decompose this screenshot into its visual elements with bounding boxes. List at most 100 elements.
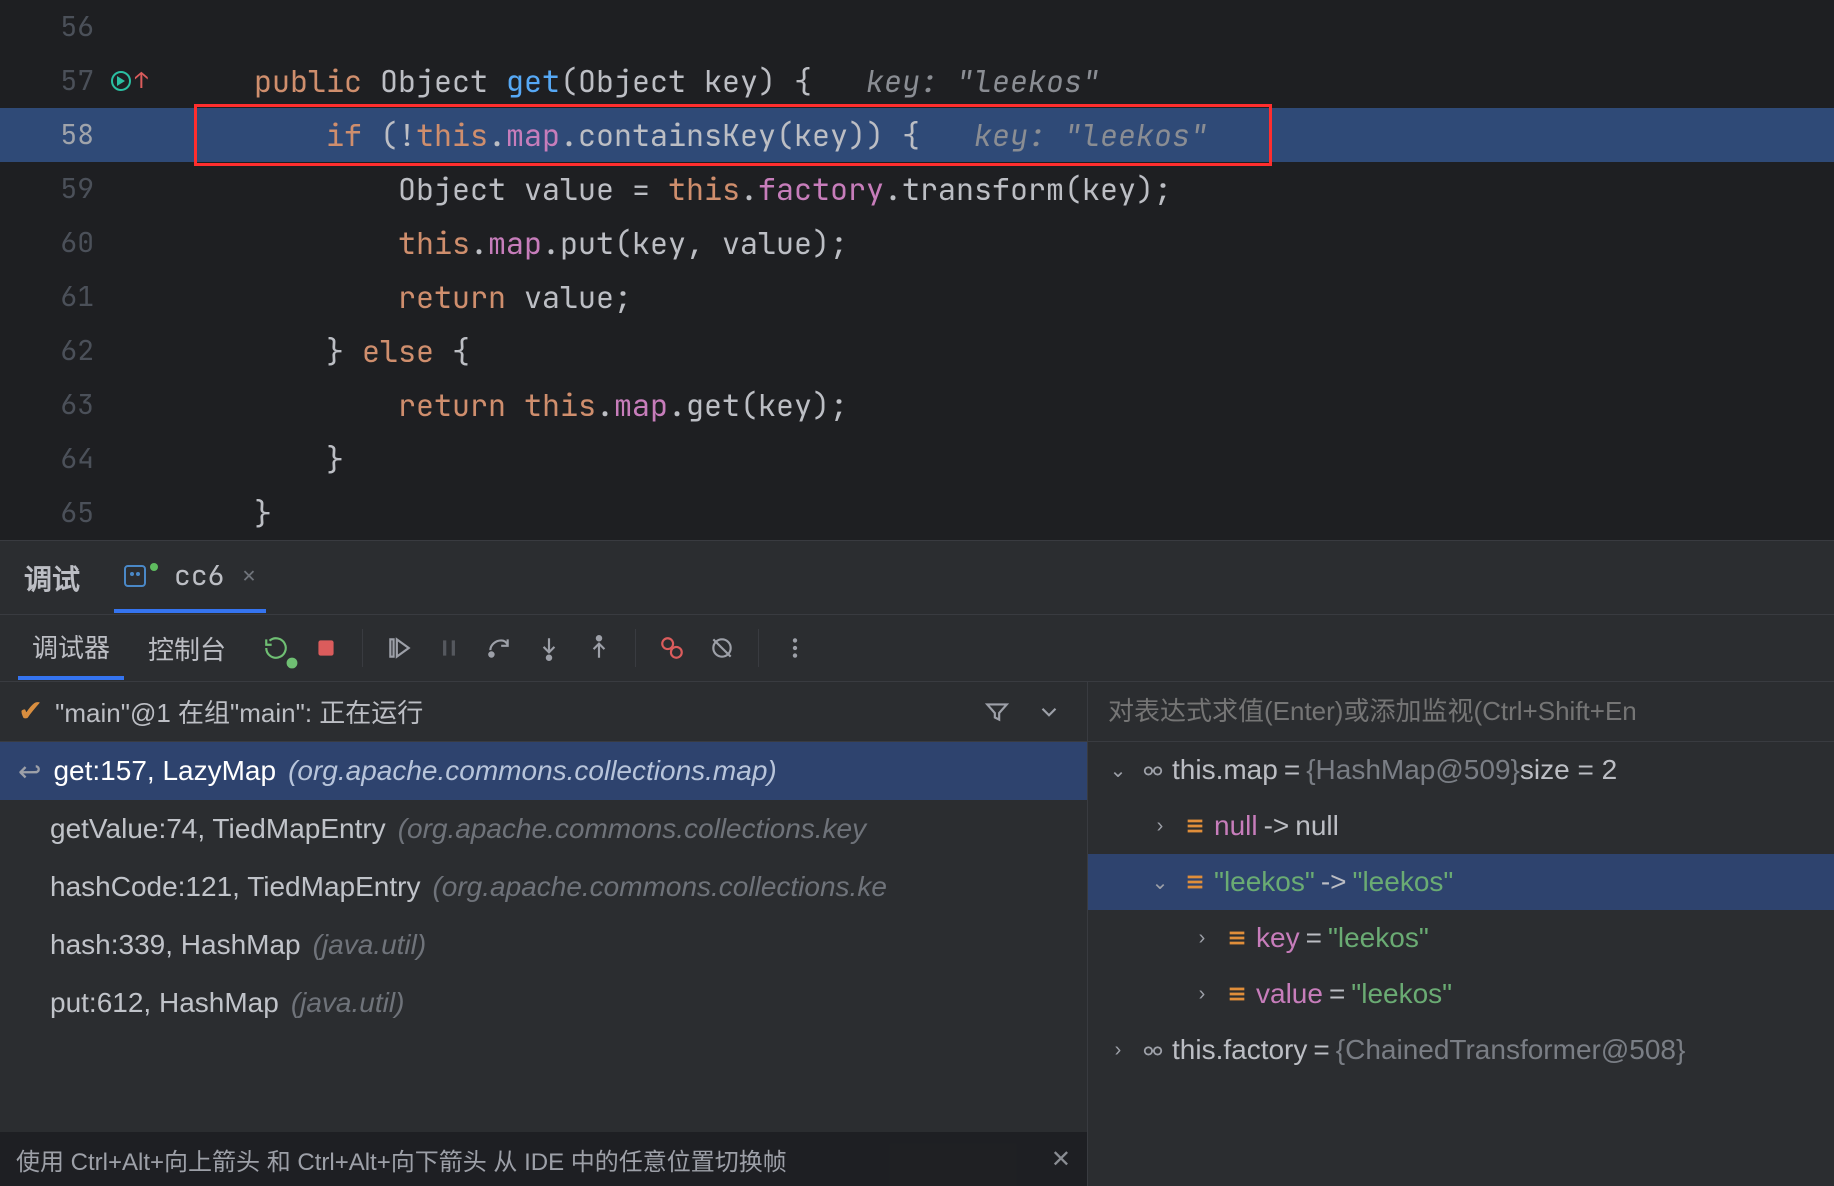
step-into-button[interactable]: [529, 628, 569, 668]
thread-label[interactable]: "main"@1 在组"main": 正在运行: [55, 693, 423, 730]
expand-icon[interactable]: ›: [1150, 815, 1170, 838]
frame-package: (java.util): [313, 929, 427, 961]
expand-icon[interactable]: ›: [1192, 983, 1212, 1006]
variables-header: [1088, 682, 1834, 742]
line-number: 63: [0, 378, 112, 432]
mute-breakpoints-button[interactable]: [702, 628, 742, 668]
code-line[interactable]: 61 return value;: [0, 270, 1834, 324]
code-content[interactable]: Object value = this.factory.transform(ke…: [112, 162, 1834, 216]
code-content[interactable]: }: [112, 486, 1834, 540]
application-icon: [124, 565, 146, 587]
line-number: 59: [0, 162, 112, 216]
frame-package: (org.apache.commons.collections.key: [398, 813, 866, 845]
var-name: this.factory: [1172, 1034, 1307, 1066]
expand-icon[interactable]: ›: [1108, 1039, 1128, 1062]
frame-signature: getValue:74, TiedMapEntry: [50, 813, 386, 845]
separator: [635, 629, 636, 667]
more-button[interactable]: [775, 628, 815, 668]
code-content[interactable]: public Object get(Object key) { key: "le…: [112, 54, 1834, 108]
code-line[interactable]: 56: [0, 0, 1834, 54]
var-value: null: [1295, 810, 1339, 842]
variable-node[interactable]: ›this.factory = {ChainedTransformer@508}: [1088, 1022, 1834, 1078]
frames-header: ✔ "main"@1 在组"main": 正在运行: [0, 682, 1087, 742]
step-out-button[interactable]: [579, 628, 619, 668]
line-number: 56: [0, 0, 112, 54]
code-line[interactable]: 60 this.map.put(key, value);: [0, 216, 1834, 270]
debug-tool-window-header: 调试 cc6 ✕: [0, 540, 1834, 614]
code-line[interactable]: 57↑ public Object get(Object key) { key:…: [0, 54, 1834, 108]
expand-icon[interactable]: ⌄: [1150, 870, 1170, 895]
code-content[interactable]: return value;: [112, 270, 1834, 324]
evaluate-expression-input[interactable]: [1106, 695, 1816, 728]
watch-icon: [1142, 1039, 1164, 1061]
var-value: "leekos": [1328, 922, 1429, 954]
run-config-name: cc6: [174, 557, 224, 594]
field-icon: [1184, 871, 1206, 893]
frame-package: (org.apache.commons.collections.ke: [432, 871, 886, 903]
code-line[interactable]: 64 }: [0, 432, 1834, 486]
code-content[interactable]: return this.map.get(key);: [112, 378, 1834, 432]
line-number: 62: [0, 324, 112, 378]
variable-node[interactable]: ⌄this.map = {HashMap@509} size = 2: [1088, 742, 1834, 798]
code-line[interactable]: 58 if (!this.map.containsKey(key)) { key…: [0, 108, 1834, 162]
code-content[interactable]: }: [112, 432, 1834, 486]
debug-title: 调试: [24, 558, 80, 598]
variables-panel: ⌄this.map = {HashMap@509} size = 2›null …: [1088, 682, 1834, 1186]
frame-package: (org.apache.commons.collections.map): [288, 755, 777, 787]
frame-signature: get:157, LazyMap: [53, 755, 276, 787]
var-extra: size = 2: [1520, 754, 1617, 786]
line-number: 57↑: [0, 54, 112, 108]
back-icon: ↩: [18, 755, 41, 788]
code-line[interactable]: 65 }: [0, 486, 1834, 540]
chevron-down-icon[interactable]: [1029, 692, 1069, 732]
stack-frame[interactable]: put:612, HashMap (java.util): [0, 974, 1087, 1032]
frame-package: (java.util): [291, 987, 405, 1019]
close-icon[interactable]: ✕: [234, 561, 255, 590]
filter-icon[interactable]: [977, 692, 1017, 732]
variable-node[interactable]: ›key = "leekos": [1088, 910, 1834, 966]
var-value: "leekos": [1351, 978, 1452, 1010]
variables-tree[interactable]: ⌄this.map = {HashMap@509} size = 2›null …: [1088, 742, 1834, 1186]
frames-list[interactable]: ↩ get:157, LazyMap (org.apache.commons.co…: [0, 742, 1087, 1186]
close-icon[interactable]: ✕: [1051, 1145, 1071, 1174]
var-type: {HashMap@509}: [1306, 754, 1520, 786]
line-number: 61: [0, 270, 112, 324]
run-config-tab[interactable]: cc6 ✕: [114, 543, 266, 613]
stack-frame[interactable]: hash:339, HashMap (java.util): [0, 916, 1087, 974]
view-breakpoints-button[interactable]: [652, 628, 692, 668]
tab-console[interactable]: 控制台: [134, 616, 240, 680]
code-content[interactable]: if (!this.map.containsKey(key)) { key: "…: [112, 108, 1834, 162]
field-icon: [1184, 815, 1206, 837]
variable-node[interactable]: ⌄"leekos" -> "leekos": [1088, 854, 1834, 910]
step-over-button[interactable]: [479, 628, 519, 668]
code-editor[interactable]: 5657↑ public Object get(Object key) { ke…: [0, 0, 1834, 540]
pause-button[interactable]: [429, 628, 469, 668]
var-type: {ChainedTransformer@508}: [1336, 1034, 1686, 1066]
separator: [362, 629, 363, 667]
code-line[interactable]: 62 } else {: [0, 324, 1834, 378]
code-content[interactable]: } else {: [112, 324, 1834, 378]
stack-frame[interactable]: hashCode:121, TiedMapEntry (org.apache.c…: [0, 858, 1087, 916]
watch-icon: [1142, 759, 1164, 781]
debug-toolbar: 调试器 控制台: [0, 614, 1834, 682]
rerun-button[interactable]: [256, 628, 296, 668]
tab-debugger[interactable]: 调试器: [18, 616, 124, 680]
stop-button[interactable]: [306, 628, 346, 668]
variable-node[interactable]: ›value = "leekos": [1088, 966, 1834, 1022]
code-line[interactable]: 59 Object value = this.factory.transform…: [0, 162, 1834, 216]
code-line[interactable]: 63 return this.map.get(key);: [0, 378, 1834, 432]
expand-icon[interactable]: ›: [1192, 927, 1212, 950]
frames-hint-text: 使用 Ctrl+Alt+向上箭头 和 Ctrl+Alt+向下箭头 从 IDE 中…: [16, 1142, 787, 1177]
stack-frame[interactable]: ↩ get:157, LazyMap (org.apache.commons.co…: [0, 742, 1087, 800]
var-name: key: [1256, 922, 1300, 954]
var-name: null: [1214, 810, 1258, 842]
field-icon: [1226, 927, 1248, 949]
expand-icon[interactable]: ⌄: [1108, 758, 1128, 783]
stack-frame[interactable]: getValue:74, TiedMapEntry (org.apache.co…: [0, 800, 1087, 858]
code-content[interactable]: this.map.put(key, value);: [112, 216, 1834, 270]
frames-hint-bar: 使用 Ctrl+Alt+向上箭头 和 Ctrl+Alt+向下箭头 从 IDE 中…: [0, 1132, 1087, 1186]
line-number: 64: [0, 432, 112, 486]
var-name: value: [1256, 978, 1323, 1010]
resume-button[interactable]: [379, 628, 419, 668]
variable-node[interactable]: ›null -> null: [1088, 798, 1834, 854]
